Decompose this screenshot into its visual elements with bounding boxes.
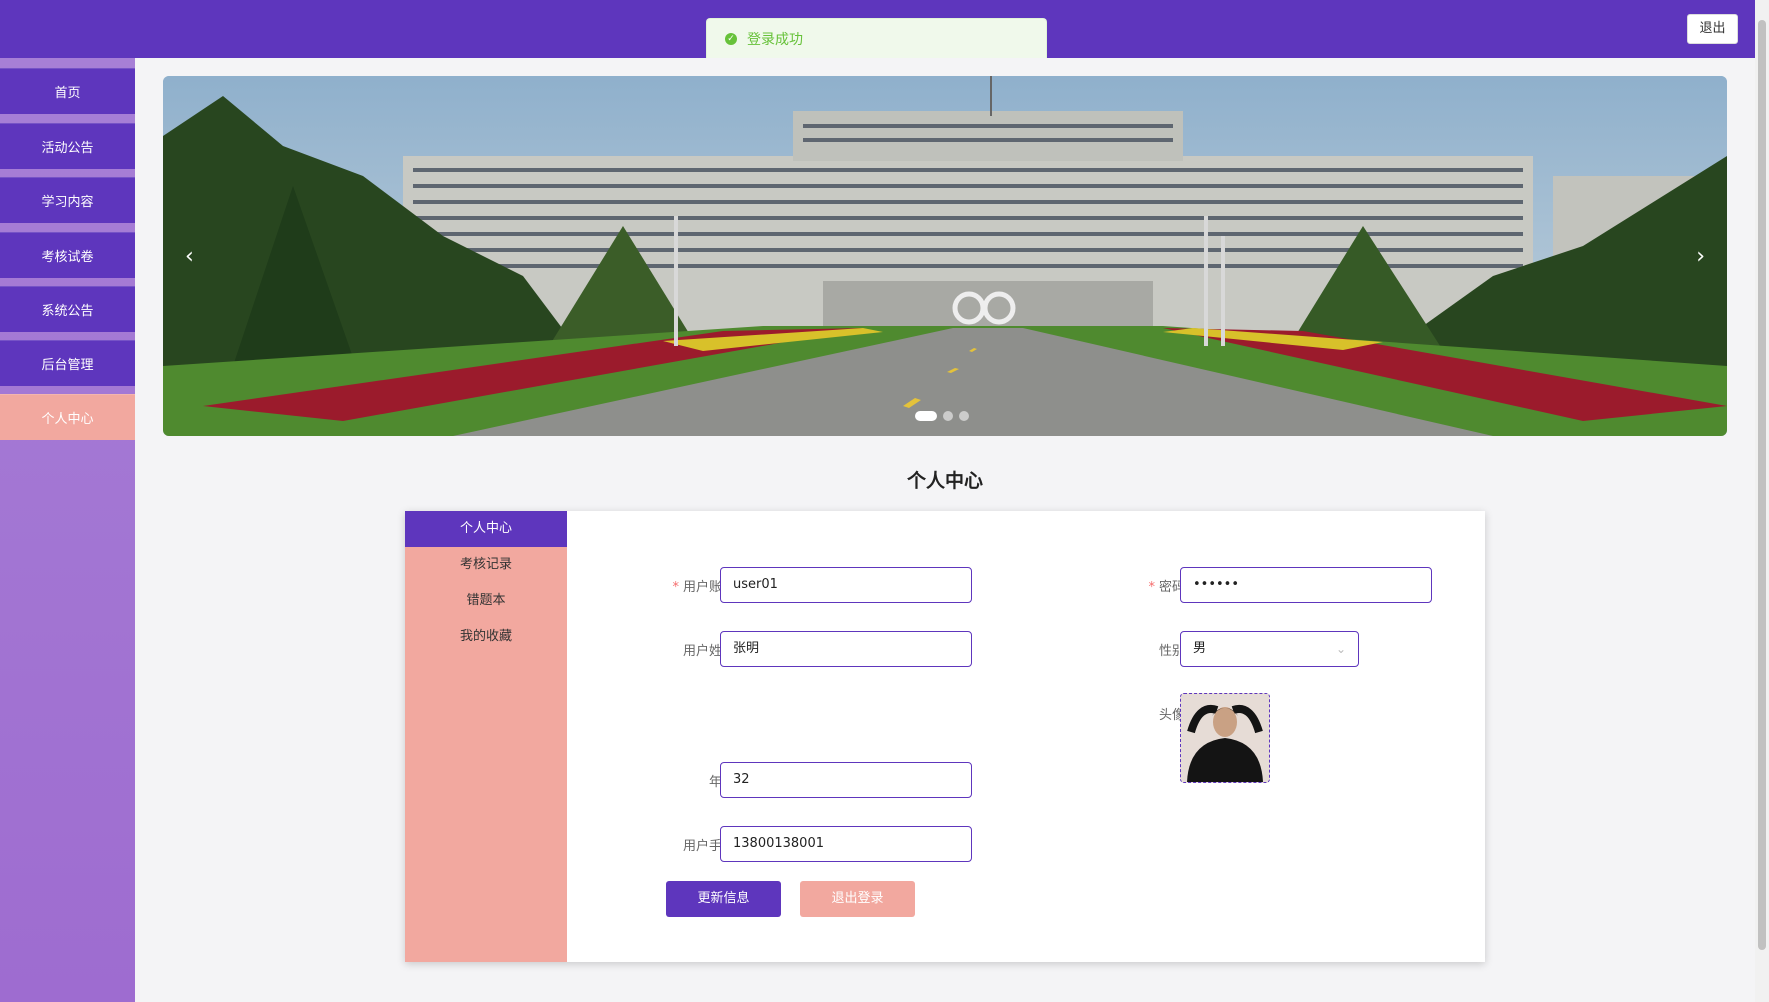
header-logout-button[interactable]: 退出 (1687, 14, 1738, 44)
profile-menu-item-exam-records[interactable]: 考核记录 (405, 547, 567, 583)
gender-select[interactable]: 男 ⌄ (1180, 631, 1359, 667)
campus-photo (163, 76, 1727, 436)
success-toast: ✓ 登录成功 (706, 18, 1047, 58)
banner-carousel[interactable]: ‹ › (163, 76, 1727, 436)
chevron-right-icon[interactable]: › (1696, 244, 1705, 269)
nav-item-exam-papers[interactable]: 考核试卷 (0, 232, 135, 278)
chevron-down-icon: ⌄ (1335, 642, 1346, 656)
avatar-image (1181, 694, 1269, 782)
profile-panel: 个人中心 考核记录 错题本 我的收藏 * 用户账号 user01 * 密码 ••••… (405, 511, 1485, 962)
carousel-dot[interactable] (959, 411, 969, 421)
required-mark: * (672, 580, 679, 595)
username-input[interactable]: user01 (720, 567, 972, 603)
password-label: * 密码 (1148, 580, 1185, 595)
nav-item-study-content[interactable]: 学习内容 (0, 177, 135, 223)
page-scrollbar[interactable] (1755, 0, 1769, 1002)
avatar-upload[interactable] (1180, 693, 1270, 783)
age-input[interactable]: 32 (720, 762, 972, 798)
profile-menu: 个人中心 考核记录 错题本 我的收藏 (405, 511, 567, 962)
scrollbar-thumb[interactable] (1758, 20, 1766, 950)
phone-input[interactable]: 13800138001 (720, 826, 972, 862)
nav-item-home[interactable]: 首页 (0, 68, 135, 114)
nav-item-admin[interactable]: 后台管理 (0, 340, 135, 386)
nav-item-activity-notice[interactable]: 活动公告 (0, 123, 135, 169)
realname-input[interactable]: 张明 (720, 631, 972, 667)
sidebar: 首页 活动公告 学习内容 考核试卷 系统公告 后台管理 个人中心 (0, 58, 135, 1002)
nav-item-profile[interactable]: 个人中心 (0, 394, 135, 440)
chevron-left-icon[interactable]: ‹ (185, 244, 194, 269)
nav-item-system-notice[interactable]: 系统公告 (0, 286, 135, 332)
profile-menu-item-wrong-questions[interactable]: 错题本 (405, 583, 567, 619)
success-check-icon: ✓ (725, 32, 737, 45)
logout-button[interactable]: 退出登录 (800, 881, 915, 917)
carousel-dot[interactable] (943, 411, 953, 421)
carousel-indicators (915, 411, 969, 421)
gender-value: 男 (1193, 641, 1207, 656)
avatar-label: 头像 (1158, 708, 1185, 723)
update-info-button[interactable]: 更新信息 (666, 881, 781, 917)
profile-menu-item-profile[interactable]: 个人中心 (405, 511, 567, 547)
gender-label: 性别 (1158, 644, 1185, 659)
carousel-dot[interactable] (915, 411, 937, 421)
page-title: 个人中心 (906, 470, 983, 492)
required-mark: * (1148, 580, 1155, 595)
profile-menu-item-favorites[interactable]: 我的收藏 (405, 619, 567, 655)
toast-message: 登录成功 (747, 31, 803, 48)
password-input[interactable]: •••••• (1180, 567, 1432, 603)
